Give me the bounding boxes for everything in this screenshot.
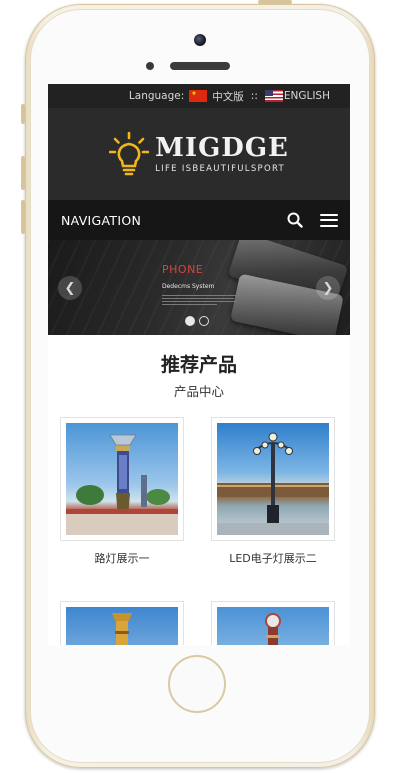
navigation-bar: NAVIGATION <box>48 200 350 240</box>
chevron-left-icon: ❮ <box>64 280 76 296</box>
product-card[interactable] <box>60 601 184 645</box>
silent-switch <box>21 104 25 124</box>
products-title: 推荐产品 <box>160 354 237 376</box>
language-label: Language: <box>128 90 185 102</box>
product-image-street-lamp <box>66 423 178 535</box>
product-caption[interactable]: 路灯展示一 <box>59 550 185 566</box>
light-bulb-icon <box>109 131 150 176</box>
banner-description-lines <box>162 295 240 305</box>
earpiece-speaker <box>170 62 230 70</box>
banner-slider[interactable]: PHONE Dedecms System ❮ ❯ <box>48 240 350 335</box>
power-button <box>258 0 292 4</box>
china-flag-icon[interactable] <box>189 90 208 102</box>
banner-prev-button[interactable]: ❮ <box>58 276 82 300</box>
product-image-led-lamp <box>217 423 329 535</box>
search-icon[interactable] <box>286 211 304 229</box>
mobile-screen: Language: 中文版 :: ENGLISH MIG <box>48 84 350 645</box>
product-image-column-lamp <box>66 607 178 645</box>
nav-actions <box>286 211 338 229</box>
chinese-language-link[interactable]: 中文版 <box>212 89 244 104</box>
brand-name: MIGDGE <box>155 133 289 163</box>
english-language-link[interactable]: ENGLISH <box>284 90 330 102</box>
banner-dot-1[interactable] <box>185 316 195 326</box>
product-card[interactable] <box>60 417 184 541</box>
hamburger-menu-icon[interactable] <box>320 211 338 229</box>
product-card[interactable] <box>211 601 335 645</box>
us-flag-icon[interactable] <box>264 90 283 102</box>
home-button[interactable] <box>168 655 226 713</box>
language-bar: Language: 中文版 :: ENGLISH <box>48 84 350 108</box>
product-card[interactable] <box>211 417 335 541</box>
brand-slogan: LIFE ISBEAUTIFULSPORT <box>155 164 286 174</box>
front-camera <box>194 34 206 46</box>
banner-subtitle: Dedecms System <box>162 283 215 290</box>
proximity-sensor <box>146 62 154 70</box>
volume-up-button <box>21 156 25 190</box>
banner-next-button[interactable]: ❯ <box>316 276 340 300</box>
chevron-right-icon: ❯ <box>322 280 334 296</box>
products-subtitle: 产品中心 <box>173 384 224 399</box>
logo-area: MIGDGE LIFE ISBEAUTIFULSPORT <box>48 108 350 200</box>
product-image-ornament-lamp <box>217 607 329 645</box>
navigation-title: NAVIGATION <box>61 212 142 228</box>
product-grid: 路灯展示一 LED电子灯展示二 <box>48 400 350 645</box>
banner-dot-2[interactable] <box>199 316 209 326</box>
product-caption[interactable]: LED电子灯展示二 <box>210 550 336 566</box>
banner-pagination <box>185 316 209 326</box>
volume-down-button <box>21 200 25 234</box>
banner-title: PHONE <box>162 263 204 276</box>
site-logo[interactable]: MIGDGE LIFE ISBEAUTIFULSPORT <box>109 131 289 177</box>
language-separator: :: <box>250 90 258 102</box>
